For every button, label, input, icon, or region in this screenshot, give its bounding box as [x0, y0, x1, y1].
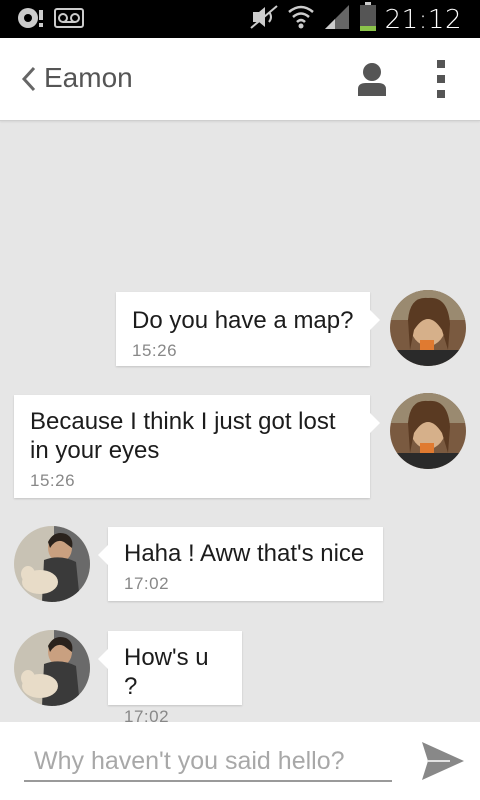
message-bubble-incoming[interactable]: How's u ? 17:02 — [98, 631, 242, 726]
message-text: How's u ? — [124, 644, 209, 700]
message-text: Because I think I just got lost in your … — [30, 408, 336, 464]
notification-icon — [16, 6, 46, 35]
avatar-eamon[interactable] — [14, 526, 90, 602]
message-time: 15:26 — [132, 341, 178, 360]
overflow-menu-icon[interactable] — [430, 58, 452, 100]
avatar-me[interactable] — [390, 393, 466, 469]
status-bar: 21:12 — [0, 0, 480, 38]
wifi-icon — [287, 3, 315, 36]
battery-icon — [359, 2, 377, 37]
bubble-tail — [370, 310, 380, 330]
back-icon[interactable] — [20, 64, 40, 94]
conversation-title[interactable]: Eamon — [44, 62, 133, 94]
message-input[interactable] — [24, 742, 392, 782]
send-icon[interactable] — [420, 740, 466, 782]
mute-icon — [249, 4, 279, 35]
signal-icon — [323, 3, 351, 36]
bubble-tail — [370, 413, 380, 433]
message-time: 15:26 — [30, 471, 76, 490]
person-icon[interactable] — [356, 62, 388, 96]
message-time: 17:02 — [124, 574, 170, 593]
message-bubble-incoming[interactable]: Haha ! Aww that's nice 17:02 — [98, 527, 383, 601]
bubble-tail — [98, 545, 108, 565]
message-text: Haha ! Aww that's nice — [124, 540, 365, 567]
avatar-me[interactable] — [390, 290, 466, 366]
message-text: Do you have a map? — [132, 307, 354, 334]
message-bubble-outgoing[interactable]: Do you have a map? 15:26 — [116, 292, 380, 366]
status-time: 21:12 — [384, 4, 462, 35]
bubble-tail — [98, 649, 108, 669]
avatar-eamon[interactable] — [14, 630, 90, 706]
message-bubble-outgoing[interactable]: Because I think I just got lost in your … — [14, 395, 380, 498]
composer-bar — [0, 722, 480, 800]
voicemail-icon — [54, 8, 84, 33]
app-bar: Eamon — [0, 38, 480, 121]
